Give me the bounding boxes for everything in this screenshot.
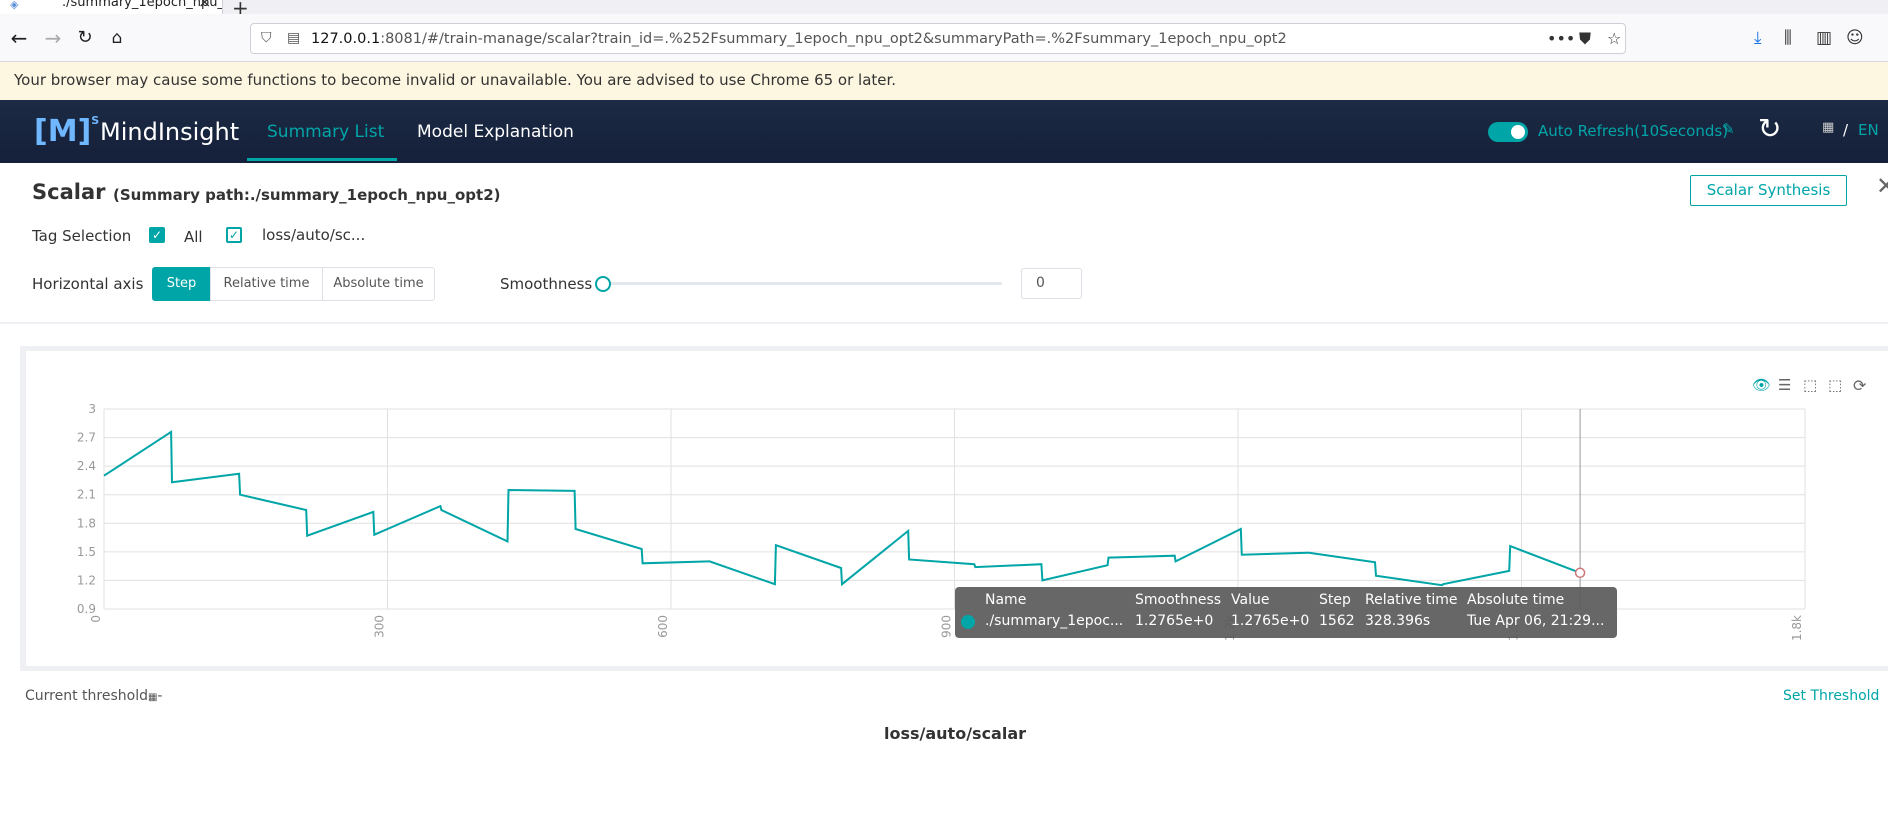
x-tick-label: 300 <box>373 615 387 638</box>
chart-grid <box>103 408 1806 610</box>
tooltip-series-dot <box>961 615 975 629</box>
zoom-select-icon[interactable]: ⬚ <box>1803 376 1817 394</box>
chart-tooltip: Name Smoothness Value Step Relative time… <box>955 587 1617 638</box>
loss-chart: 0.91.21.51.82.12.42.7303006009001.2k1.5k… <box>77 376 1867 641</box>
zoom-reset-icon[interactable]: ⬚ <box>1828 376 1842 394</box>
tooltip-value: 1.2765e+0 <box>1231 613 1310 629</box>
tooltip-relative-time: 328.396s <box>1365 613 1431 629</box>
tooltip-header-smoothness: Smoothness <box>1135 592 1222 608</box>
chart-tag-title: loss/auto/scalar <box>884 724 1027 743</box>
x-tick-label: 600 <box>656 615 670 638</box>
y-tick-label: 1.8 <box>77 516 96 530</box>
y-tick-label: 1.2 <box>77 573 96 587</box>
x-tick-label: 900 <box>940 615 954 638</box>
tooltip-header-name: Name <box>985 592 1027 608</box>
toggle-log-icon[interactable]: ☰ <box>1778 376 1791 394</box>
tooltip-absolute-time: Tue Apr 06, 21:29... <box>1467 613 1605 629</box>
chart-series <box>103 409 1586 609</box>
y-tick-label: 1.5 <box>77 545 96 559</box>
tooltip-step: 1562 <box>1319 613 1355 629</box>
restore-icon[interactable]: ⟳ <box>1853 376 1867 395</box>
y-tick-label: 3 <box>88 402 96 416</box>
tooltip-header-absolute-time: Absolute time <box>1467 592 1565 608</box>
series-line <box>103 430 1581 587</box>
tooltip-name: ./summary_1epoc... <box>985 613 1124 629</box>
y-tick-label: 2.7 <box>77 431 96 445</box>
set-threshold-link[interactable]: Set Threshold <box>1783 688 1879 704</box>
x-tick-label: 1.8k <box>1790 615 1804 641</box>
chart-toolbox: 👁 ☰ ⬚ ⬚ ⟳ <box>1752 376 1867 395</box>
tooltip-header-step: Step <box>1319 592 1351 608</box>
hover-point <box>1574 567 1586 579</box>
tooltip-header-value: Value <box>1231 592 1270 608</box>
threshold-value: - <box>157 688 163 704</box>
x-tick-label: 0 <box>89 615 103 623</box>
toggle-visibility-icon[interactable]: 👁 <box>1752 376 1771 394</box>
y-tick-label: 2.4 <box>77 459 96 473</box>
y-tick-label: 2.1 <box>77 488 96 502</box>
tooltip-smoothness: 1.2765e+0 <box>1135 613 1214 629</box>
y-tick-label: 0.9 <box>77 602 96 616</box>
threshold-label: Current threshold <box>25 688 148 704</box>
tooltip-header-relative-time: Relative time <box>1365 592 1458 608</box>
threshold-info: Current threshold▦- <box>25 688 163 704</box>
